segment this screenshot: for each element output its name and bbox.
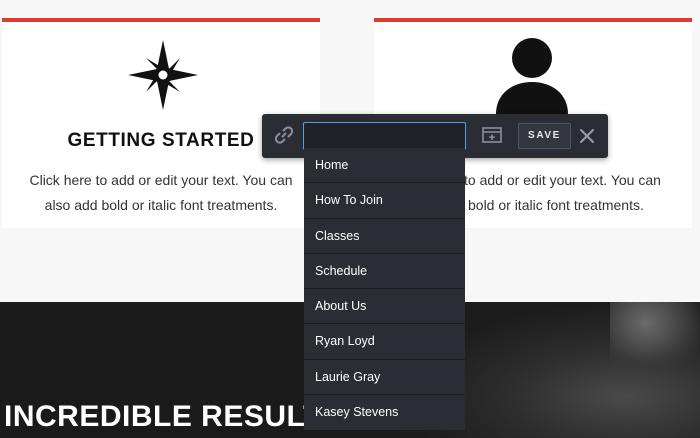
dropdown-item-kasey-stevens[interactable]: Kasey Stevens <box>304 395 465 430</box>
card-body-text[interactable]: Click here to add or edit your text. You… <box>2 168 320 218</box>
card-body-line: also add bold or italic font treatments. <box>44 197 278 213</box>
dropdown-item-laurie-gray[interactable]: Laurie Gray <box>304 360 465 396</box>
link-icon[interactable] <box>275 126 293 144</box>
dropdown-item-how-to-join[interactable]: How To Join <box>304 183 465 219</box>
save-button[interactable]: SAVE <box>518 123 571 149</box>
section-headline[interactable]: INCREDIBLE RESULTS <box>4 400 342 434</box>
link-url-input[interactable] <box>303 122 466 150</box>
card-body-line: to add or edit your text. You can <box>464 172 661 188</box>
close-icon[interactable] <box>578 127 596 145</box>
dropdown-item-schedule[interactable]: Schedule <box>304 254 465 290</box>
card-body-line: Click here to add or edit your text. You… <box>29 172 293 188</box>
person-icon <box>496 38 568 114</box>
page-link-dropdown: Home How To Join Classes Schedule About … <box>304 148 465 430</box>
dropdown-item-about-us[interactable]: About Us <box>304 289 465 325</box>
dropdown-item-home[interactable]: Home <box>304 148 465 184</box>
dropdown-item-ryan-loyd[interactable]: Ryan Loyd <box>304 324 465 360</box>
compass-star-icon <box>128 40 198 110</box>
dropdown-item-classes[interactable]: Classes <box>304 219 465 254</box>
card-body-line: bold or italic font treatments. <box>468 197 644 213</box>
new-window-icon[interactable] <box>482 126 502 144</box>
